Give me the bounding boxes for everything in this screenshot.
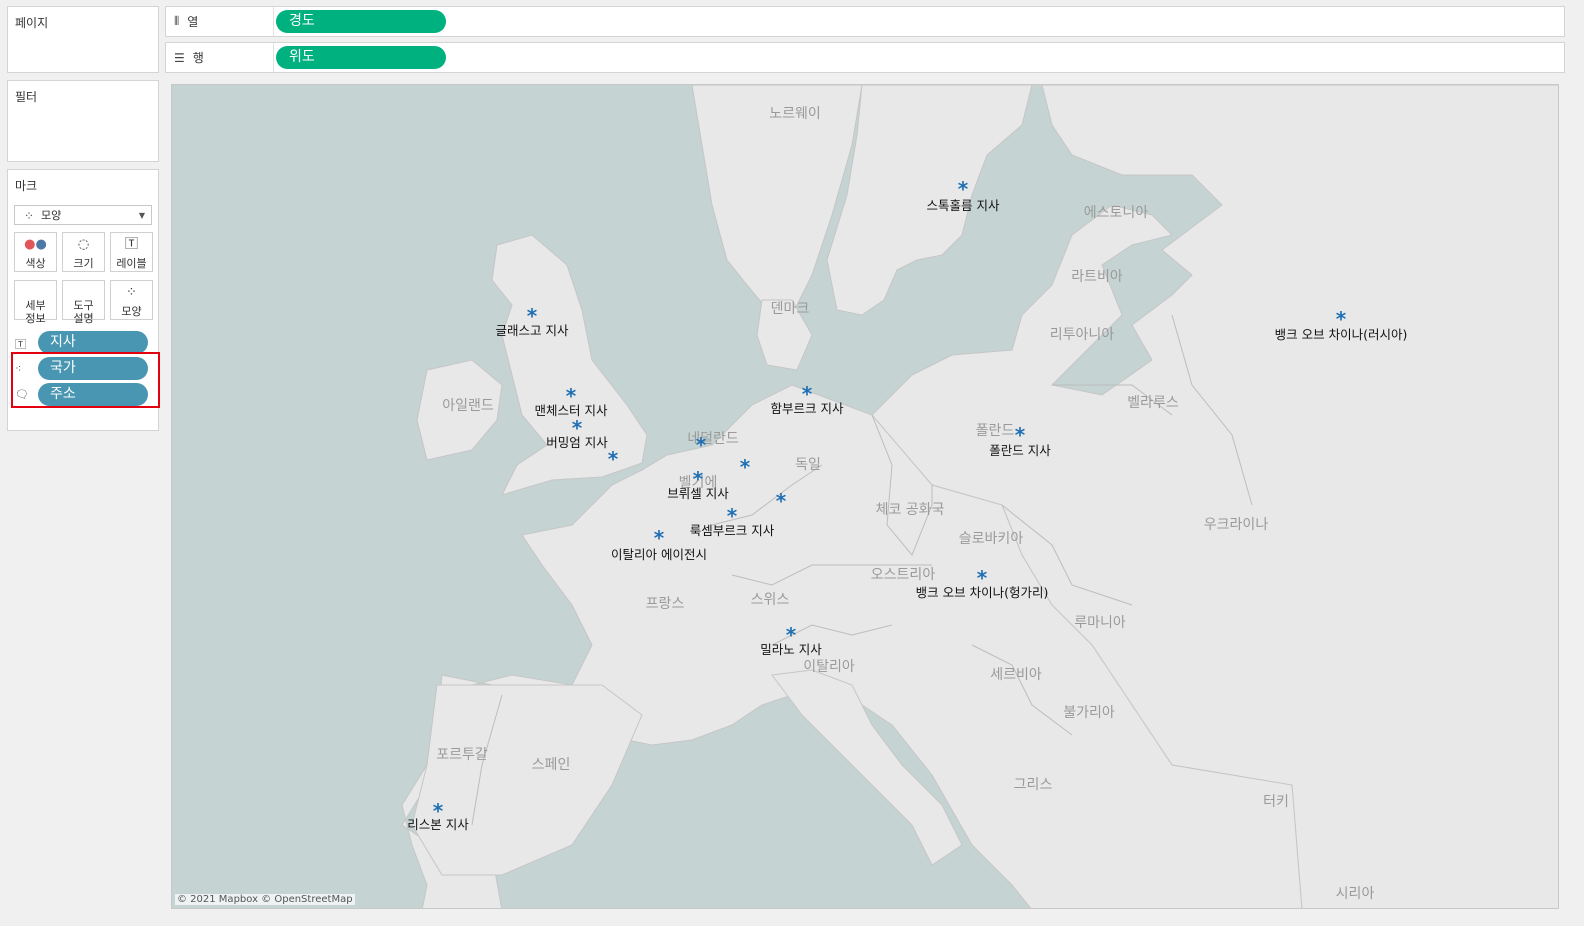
country-label: 터키 — [1263, 794, 1289, 810]
country-label: 우크라이나 — [1203, 517, 1269, 533]
country-label: 세르비아 — [990, 667, 1042, 683]
columns-label-text: 열 — [187, 15, 199, 29]
shape-button[interactable]: ⁘ 모양 — [110, 280, 153, 320]
columns-shelf[interactable]: ⦀ 열 경도 — [165, 6, 1565, 37]
map-background — [401, 85, 1558, 908]
country-label: 오스트리아 — [870, 567, 936, 583]
field-pill-branch-label: 지사 — [50, 334, 76, 350]
shape-button-label: 모양 — [121, 305, 142, 318]
map-attribution: © 2021 Mapbox © OpenStreetMap — [175, 894, 355, 905]
branch-label: 글래스고 지사 — [495, 323, 569, 338]
country-label: 슬로바키아 — [958, 531, 1024, 547]
mark-type-value: 모양 — [41, 209, 62, 222]
branch-label: 밀라노 지사 — [760, 642, 822, 657]
chevron-down-icon: ▼ — [138, 211, 145, 220]
branch-label: 폴란드 지사 — [989, 443, 1051, 458]
branch-label: 리스본 지사 — [407, 817, 469, 832]
country-label: 그리스 — [1013, 777, 1053, 793]
country-label: 라트비아 — [1071, 269, 1123, 285]
country-label: 포르투갈 — [436, 747, 488, 763]
country-label: 덴마크 — [770, 301, 810, 317]
text-label-icon: 🅃 — [15, 338, 26, 351]
branch-mark[interactable]: * — [608, 449, 618, 469]
rows-label-text: 행 — [192, 51, 204, 65]
size-icon: ◌ — [77, 237, 90, 252]
color-button[interactable]: ●● 색상 — [14, 232, 57, 272]
branch-label: 룩셈부르크 지사 — [689, 523, 775, 538]
marks-panel: 마크 ⁘ 모양 ▼ ●● 색상 ◌ 크기 🅃 레이블 세부 정보 도구 설명 ⁘… — [7, 169, 160, 431]
branch-label: 이탈리아 에이전시 — [611, 547, 707, 562]
country-label: 독일 — [795, 457, 821, 473]
rows-icon: ☰ — [174, 50, 185, 65]
branch-label: 뱅크 오브 차이나(러시아) — [1274, 327, 1408, 342]
detail-button[interactable]: 세부 정보 — [14, 280, 57, 325]
columns-shelf-label: ⦀ 열 — [166, 7, 274, 36]
country-label: 이탈리아 — [803, 659, 855, 675]
branch-label: 뱅크 오브 차이나(헝가리) — [915, 585, 1049, 600]
longitude-pill-label: 경도 — [289, 13, 315, 29]
longitude-pill[interactable]: 경도 — [276, 10, 446, 33]
country-label: 프랑스 — [645, 596, 685, 612]
label-button-label: 레이블 — [116, 257, 147, 270]
country-label: 벨라루스 — [1127, 395, 1179, 411]
branch-mark[interactable]: * — [740, 457, 750, 477]
detail-button-label: 세부 정보 — [25, 299, 46, 325]
red-highlight-box — [11, 352, 160, 408]
filters-title: 필터 — [15, 90, 38, 104]
branch-label: 브뤼셀 지사 — [667, 486, 729, 501]
pages-panel: 페이지 — [7, 6, 159, 73]
country-label: 스페인 — [531, 757, 571, 773]
country-label: 스위스 — [750, 592, 790, 608]
label-button[interactable]: 🅃 레이블 — [110, 232, 153, 272]
pages-title: 페이지 — [15, 16, 49, 30]
label-icon: 🅃 — [124, 237, 138, 252]
tooltip-button[interactable]: 도구 설명 — [62, 280, 105, 325]
shape-icon: ⁘ — [126, 285, 137, 300]
country-label: 폴란드 — [975, 423, 1015, 439]
branch-mark[interactable]: * — [776, 491, 786, 511]
latitude-pill-label: 위도 — [289, 49, 315, 65]
latitude-pill[interactable]: 위도 — [276, 46, 446, 69]
size-button-label: 크기 — [73, 257, 94, 270]
country-label: 시리아 — [1335, 886, 1375, 902]
rows-shelf-label: ☰ 행 — [166, 43, 274, 72]
country-label: 체코 공화국 — [875, 502, 945, 518]
country-label: 아일랜드 — [442, 398, 494, 414]
country-label: 노르웨이 — [769, 106, 821, 122]
marks-title: 마크 — [15, 179, 38, 193]
map-view[interactable]: 노르웨이 에스토니아 라트비아 덴마크 리투아니아 아일랜드 벨라루스 네덜란드… — [171, 84, 1559, 909]
color-button-label: 색상 — [25, 257, 46, 270]
columns-icon: ⦀ — [174, 14, 180, 28]
mark-type-dropdown[interactable]: ⁘ 모양 ▼ — [14, 205, 152, 225]
filters-panel[interactable]: 필터 — [7, 80, 159, 162]
tooltip-button-label: 도구 설명 — [73, 299, 94, 325]
country-label: 에스토니아 — [1083, 205, 1149, 221]
country-label: 루마니아 — [1074, 615, 1126, 631]
shape-icon: ⁘ — [24, 209, 35, 223]
branch-mark[interactable]: * — [696, 435, 706, 455]
branch-label: 버밍엄 지사 — [546, 435, 608, 450]
rows-shelf[interactable]: ☰ 행 위도 — [165, 42, 1565, 73]
color-icon: ●● — [24, 237, 47, 252]
branch-label: 함부르크 지사 — [770, 401, 844, 416]
country-label: 불가리아 — [1063, 705, 1115, 721]
branch-label: 스톡홀름 지사 — [926, 198, 1000, 213]
country-label: 리투아니아 — [1049, 327, 1115, 343]
size-button[interactable]: ◌ 크기 — [62, 232, 105, 272]
field-pill-branch[interactable]: 지사 — [38, 331, 148, 354]
